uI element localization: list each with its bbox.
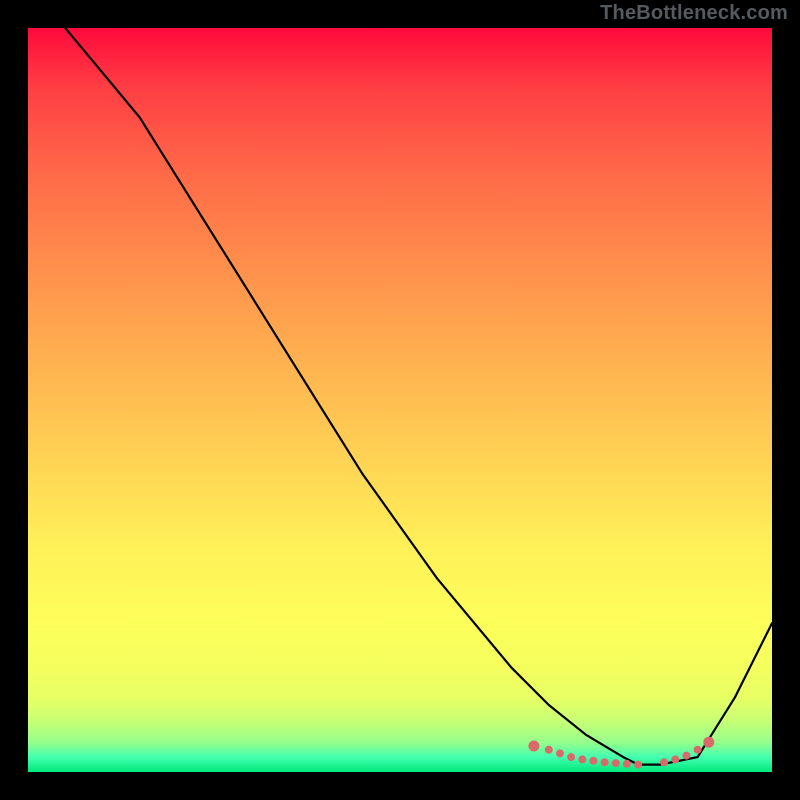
- marker-dot: [567, 753, 575, 761]
- chart-frame: TheBottleneck.com: [0, 0, 800, 800]
- marker-dot: [660, 758, 668, 766]
- marker-group: [528, 737, 714, 769]
- watermark-text: TheBottleneck.com: [600, 2, 788, 25]
- chart-svg: [28, 28, 772, 772]
- marker-dot: [612, 759, 620, 767]
- marker-dot: [545, 746, 553, 754]
- marker-dot: [623, 760, 631, 768]
- marker-dot: [682, 752, 690, 760]
- marker-dot: [528, 741, 539, 752]
- marker-dot: [601, 758, 609, 766]
- plot-area: [28, 28, 772, 772]
- marker-dot: [556, 749, 564, 757]
- marker-dot: [589, 757, 597, 765]
- curve-line: [65, 28, 772, 765]
- marker-dot: [578, 755, 586, 763]
- marker-dot: [634, 761, 642, 769]
- marker-dot: [671, 755, 679, 763]
- marker-dot: [703, 737, 714, 748]
- marker-dot: [694, 746, 702, 754]
